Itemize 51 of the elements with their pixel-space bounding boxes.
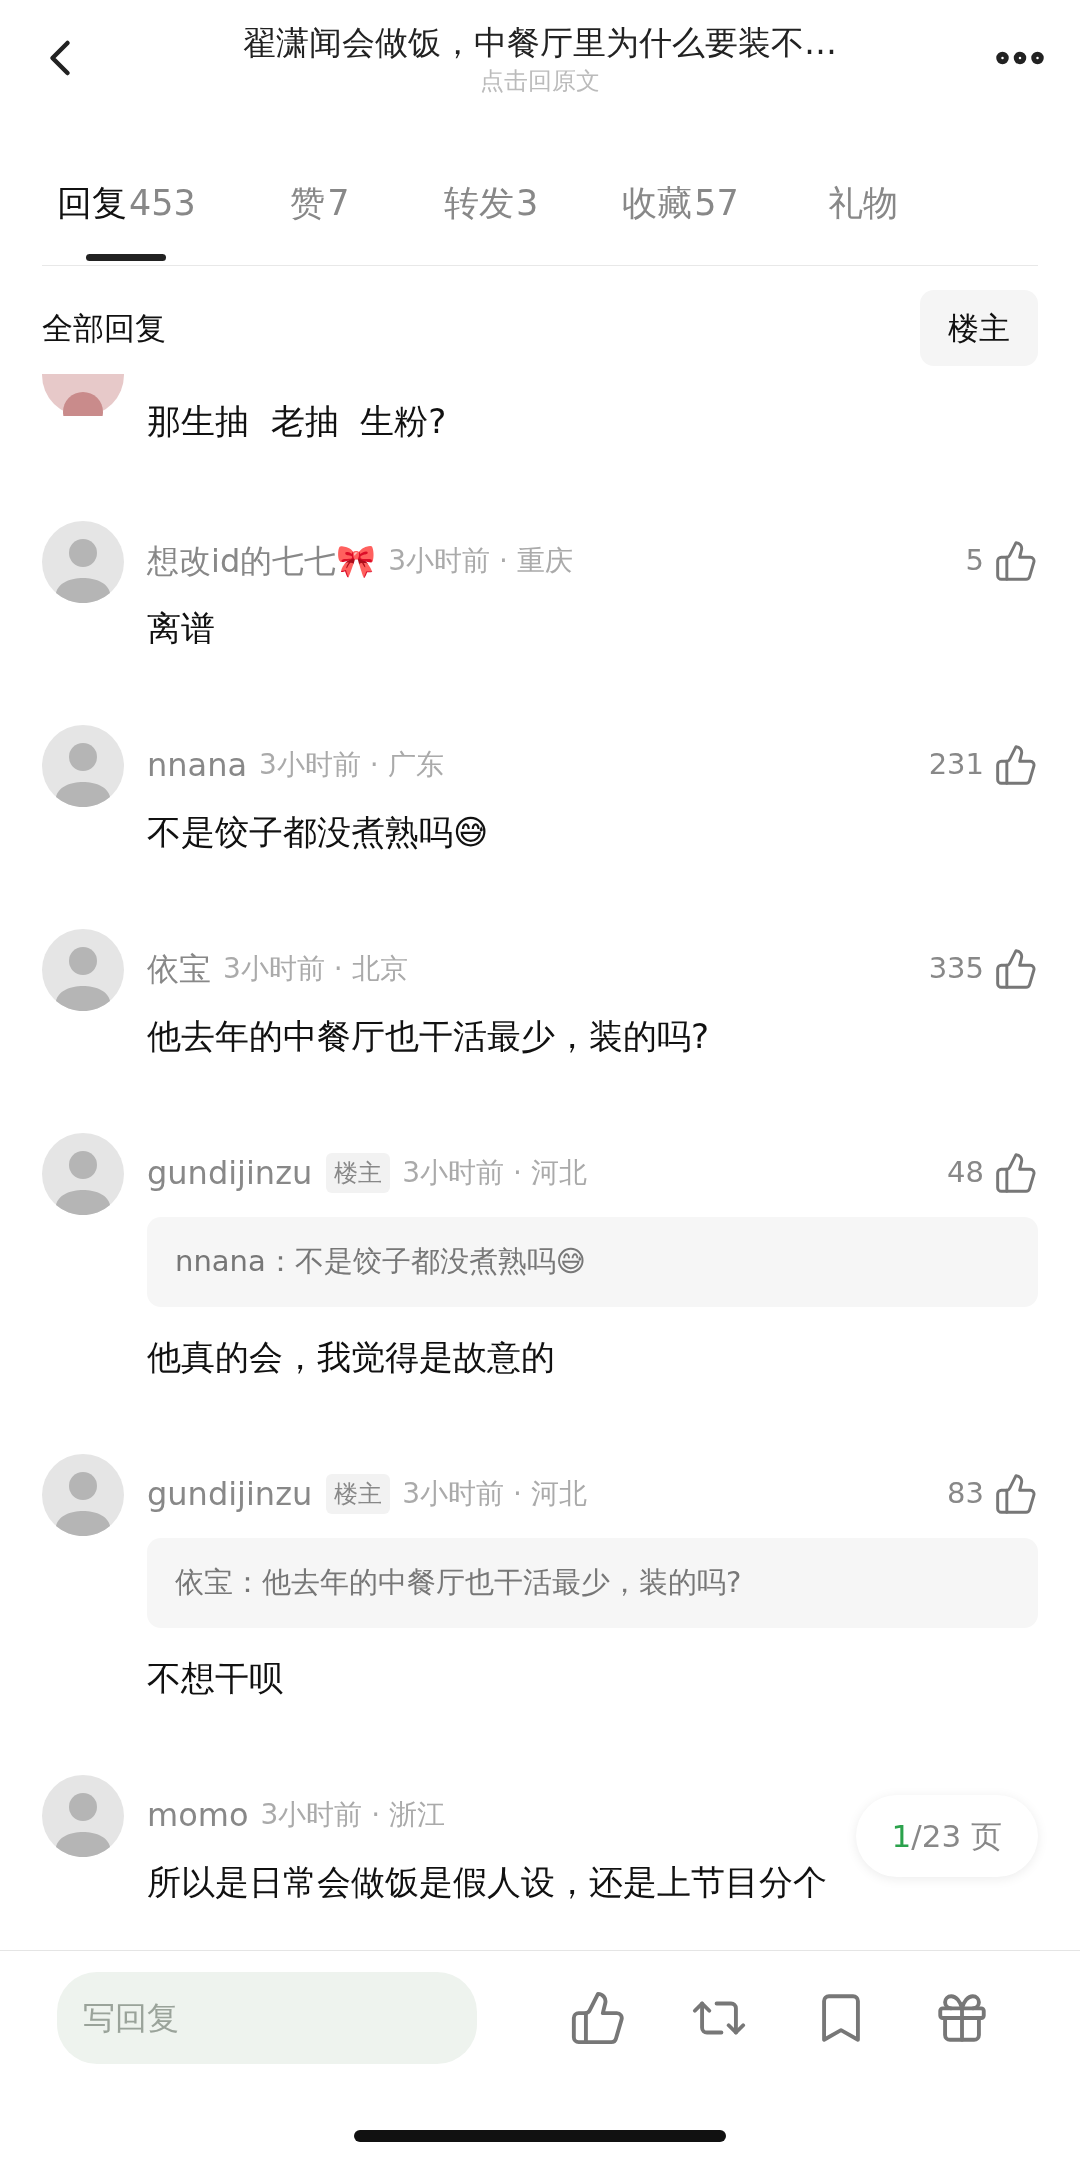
username[interactable]: 依宝 <box>147 945 211 993</box>
filter-button[interactable]: 楼主 <box>920 290 1038 366</box>
section-label: 全部回复 <box>42 308 166 348</box>
username[interactable]: momo <box>147 1791 249 1839</box>
comment-text: 所以是日常会做饭是假人设，还是上节目分个 <box>147 1861 828 1904</box>
avatar-icon <box>42 1454 124 1536</box>
like-count: 5 <box>965 542 984 580</box>
comment-text: 不想干呗 <box>147 1657 284 1700</box>
like-count: 231 <box>928 746 984 784</box>
tab[interactable]: 礼物 <box>822 168 903 265</box>
avatar-icon <box>42 374 124 416</box>
like-icon[interactable] <box>994 1472 1038 1516</box>
post-title: 翟潇闻会做饭，中餐厅里为什么要装不… <box>243 22 837 64</box>
like-icon[interactable] <box>994 743 1038 787</box>
username[interactable]: gundijinzu <box>147 1149 313 1197</box>
username[interactable]: 想改id的七七🎀 <box>147 537 377 585</box>
like-count: 48 <box>947 1154 984 1192</box>
avatar-icon <box>42 929 124 1011</box>
like-icon[interactable] <box>994 947 1038 991</box>
comment-meta: 3小时前 · 重庆 <box>388 543 573 579</box>
tab[interactable]: 收藏57 <box>622 168 739 265</box>
reply-field[interactable]: 写回复 <box>57 1972 477 2064</box>
like-count: 335 <box>928 950 984 988</box>
avatar-icon <box>42 725 124 807</box>
avatar-icon <box>42 1775 124 1857</box>
tab[interactable]: 回复453 <box>57 168 196 265</box>
username[interactable]: nnana <box>147 741 248 789</box>
author-badge: 楼主 <box>326 1474 391 1514</box>
comment-meta: 3小时前 · 浙江 <box>260 1797 445 1833</box>
like-count: 83 <box>947 1475 984 1513</box>
tab[interactable]: 赞7 <box>279 168 360 265</box>
avatar-icon <box>42 1133 124 1215</box>
author-badge: 楼主 <box>326 1153 391 1193</box>
comment-text: 那生抽 老抽 生粉? <box>147 400 447 443</box>
quoted-reply: 依宝：他去年的中餐厅也干活最少，装的吗? <box>147 1538 1038 1628</box>
comment-meta: 3小时前 · 河北 <box>402 1155 587 1191</box>
comment-meta: 3小时前 · 广东 <box>259 747 444 783</box>
comment-text: 他去年的中餐厅也干活最少，装的吗? <box>147 1015 711 1058</box>
comment-meta: 3小时前 · 河北 <box>402 1476 587 1512</box>
username[interactable]: gundijinzu <box>147 1470 313 1518</box>
like-icon[interactable] <box>994 1151 1038 1195</box>
tab[interactable]: 转发3 <box>443 168 539 265</box>
comment-text: 不是饺子都没煮熟吗😅 <box>147 811 490 854</box>
quoted-reply: nnana：不是饺子都没煮熟吗😅 <box>147 1217 1038 1307</box>
like-icon[interactable] <box>994 539 1038 583</box>
page-indicator[interactable]: 1/23 页 <box>855 1795 1038 1877</box>
comment-meta: 3小时前 · 北京 <box>223 951 408 987</box>
comment-text: 他真的会，我觉得是故意的 <box>147 1336 556 1379</box>
avatar-icon <box>42 521 124 603</box>
view-original-link[interactable]: 点击回原文 <box>480 66 600 96</box>
comment-text: 离谱 <box>147 607 216 650</box>
